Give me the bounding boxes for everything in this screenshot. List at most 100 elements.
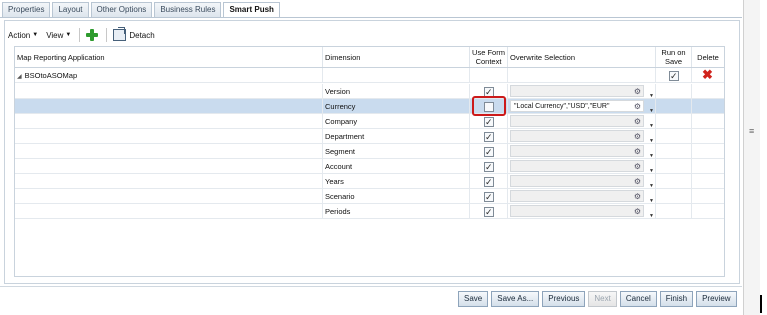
chevron-down-icon[interactable]: ▼ xyxy=(649,104,655,114)
overwrite-selection-input[interactable]: ⚙ xyxy=(510,145,644,157)
save-as-button[interactable]: Save As... xyxy=(491,291,540,307)
app-cell xyxy=(15,99,323,114)
member-selector-icon[interactable]: ⚙ xyxy=(634,87,641,96)
dimension-row[interactable]: Scenario⚙▼ xyxy=(15,189,724,204)
col-header-delete[interactable]: Delete xyxy=(692,47,724,67)
dimension-cell: Department xyxy=(323,129,470,144)
chevron-down-icon[interactable]: ▼ xyxy=(649,209,655,219)
run-cell xyxy=(656,129,692,144)
overwrite-cell: ⚙ ▼ xyxy=(508,174,656,189)
delete-cell xyxy=(692,174,724,189)
dimension-row[interactable]: Company⚙▼ xyxy=(15,114,724,129)
scroll-grip-icon: ≡ xyxy=(749,126,755,136)
member-selector-icon[interactable]: ⚙ xyxy=(634,102,641,111)
chevron-down-icon: ▼ xyxy=(32,32,39,38)
tab-business-rules[interactable]: Business Rules xyxy=(154,2,222,17)
chevron-down-icon[interactable]: ▼ xyxy=(649,179,655,189)
mapping-name-cell: ◢ BSOtoASOMap xyxy=(15,68,323,83)
overwrite-selection-input[interactable]: ⚙ xyxy=(510,130,644,142)
detach-button[interactable]: Detach xyxy=(113,27,155,41)
chevron-down-icon[interactable]: ▼ xyxy=(649,89,655,99)
dimension-row[interactable]: Account⚙▼ xyxy=(15,159,724,174)
app-cell xyxy=(15,204,323,219)
member-selector-icon[interactable]: ⚙ xyxy=(634,147,641,156)
add-icon[interactable] xyxy=(86,29,99,41)
col-header-dimension[interactable]: Dimension xyxy=(323,47,470,67)
member-selector-icon[interactable]: ⚙ xyxy=(634,162,641,171)
run-on-save-checkbox[interactable] xyxy=(669,69,679,83)
member-selector-icon[interactable]: ⚙ xyxy=(634,192,641,201)
tab-layout[interactable]: Layout xyxy=(52,2,89,17)
mapping-use-form-cell xyxy=(470,68,508,83)
overwrite-selection-input[interactable]: ⚙ xyxy=(510,160,644,172)
col-header-run-line1: Run on xyxy=(661,48,686,57)
col-header-run-on-save[interactable]: Run on Save xyxy=(656,47,692,67)
overwrite-selection-input[interactable]: ⚙ xyxy=(510,190,644,202)
dimension-row[interactable]: Years⚙▼ xyxy=(15,174,724,189)
member-selector-icon[interactable]: ⚙ xyxy=(634,177,641,186)
tree-collapse-icon[interactable]: ◢ xyxy=(17,74,22,80)
text-cursor-icon xyxy=(760,295,762,313)
overwrite-selection-input[interactable]: ⚙ xyxy=(510,205,644,217)
delete-cell xyxy=(692,84,724,99)
col-header-overwrite[interactable]: Overwrite Selection xyxy=(508,47,656,67)
delete-icon[interactable]: ✖ xyxy=(702,68,713,81)
grid-header: Map Reporting Application Dimension Use … xyxy=(15,47,724,68)
col-header-use-form-line2: Context xyxy=(475,57,502,66)
run-cell xyxy=(656,114,692,129)
vertical-scrollbar[interactable]: ≡ xyxy=(743,0,760,315)
chevron-down-icon[interactable]: ▼ xyxy=(649,164,655,174)
chevron-down-icon[interactable]: ▼ xyxy=(649,119,655,129)
overwrite-selection-input[interactable]: "Local Currency","USD","EUR" ⚙ xyxy=(510,100,644,112)
use-form-context-checkbox[interactable] xyxy=(484,175,494,189)
col-header-use-form-context[interactable]: Use Form Context xyxy=(470,47,508,67)
dimension-row[interactable]: Version⚙▼ xyxy=(15,84,724,99)
chevron-down-icon[interactable]: ▼ xyxy=(649,134,655,144)
mapping-overwrite-cell xyxy=(508,68,656,83)
next-button[interactable]: Next xyxy=(588,291,617,307)
dimension-row[interactable]: Periods⚙▼ xyxy=(15,204,724,219)
col-header-use-form-line1: Use Form xyxy=(472,48,505,57)
overwrite-selection-input[interactable]: ⚙ xyxy=(510,175,644,187)
use-form-context-checkbox[interactable] xyxy=(484,130,494,144)
tab-bar: Properties Layout Other Options Business… xyxy=(2,2,282,18)
tab-other-options[interactable]: Other Options xyxy=(90,2,153,17)
previous-button[interactable]: Previous xyxy=(542,291,586,307)
action-menu[interactable]: Action ▼ xyxy=(8,31,38,40)
dimension-row[interactable]: Segment⚙▼ xyxy=(15,144,724,159)
member-selector-icon[interactable]: ⚙ xyxy=(634,117,641,126)
app-cell xyxy=(15,129,323,144)
mapping-row[interactable]: ◢BSOtoASOMap ✖ xyxy=(15,68,724,83)
run-cell xyxy=(656,189,692,204)
tab-smart-push[interactable]: Smart Push xyxy=(223,2,280,18)
cancel-button[interactable]: Cancel xyxy=(619,291,657,307)
preview-button[interactable]: Preview xyxy=(696,291,737,307)
use-form-context-checkbox[interactable] xyxy=(484,190,494,204)
tab-properties[interactable]: Properties xyxy=(2,2,51,17)
chevron-down-icon[interactable]: ▼ xyxy=(649,149,655,159)
save-button[interactable]: Save xyxy=(458,291,489,307)
overwrite-cell: ⚙ ▼ xyxy=(508,84,656,99)
col-header-app[interactable]: Map Reporting Application xyxy=(15,47,323,67)
use-form-context-checkbox[interactable] xyxy=(484,115,494,129)
use-form-cell xyxy=(470,204,508,219)
chevron-down-icon: ▼ xyxy=(65,32,72,38)
run-cell xyxy=(656,204,692,219)
app-cell xyxy=(15,144,323,159)
overwrite-selection-input[interactable]: ⚙ xyxy=(510,115,644,127)
member-selector-icon[interactable]: ⚙ xyxy=(634,207,641,216)
overwrite-cell: ⚙ ▼ xyxy=(508,189,656,204)
use-form-context-checkbox[interactable] xyxy=(484,205,494,219)
overwrite-selection-input[interactable]: ⚙ xyxy=(510,85,644,97)
finish-button[interactable]: Finish xyxy=(659,291,694,307)
use-form-cell xyxy=(470,159,508,174)
run-cell xyxy=(656,144,692,159)
view-menu[interactable]: View ▼ xyxy=(46,31,71,40)
member-selector-icon[interactable]: ⚙ xyxy=(634,132,641,141)
dimension-row[interactable]: Department ⚙ ▼ xyxy=(15,129,724,144)
use-form-context-checkbox[interactable] xyxy=(484,160,494,174)
chevron-down-icon[interactable]: ▼ xyxy=(649,194,655,204)
dimension-row[interactable]: Currency "Local Currency","USD","EUR" ⚙ ▼ xyxy=(15,99,724,114)
delete-cell xyxy=(692,159,724,174)
use-form-context-checkbox[interactable] xyxy=(484,145,494,159)
